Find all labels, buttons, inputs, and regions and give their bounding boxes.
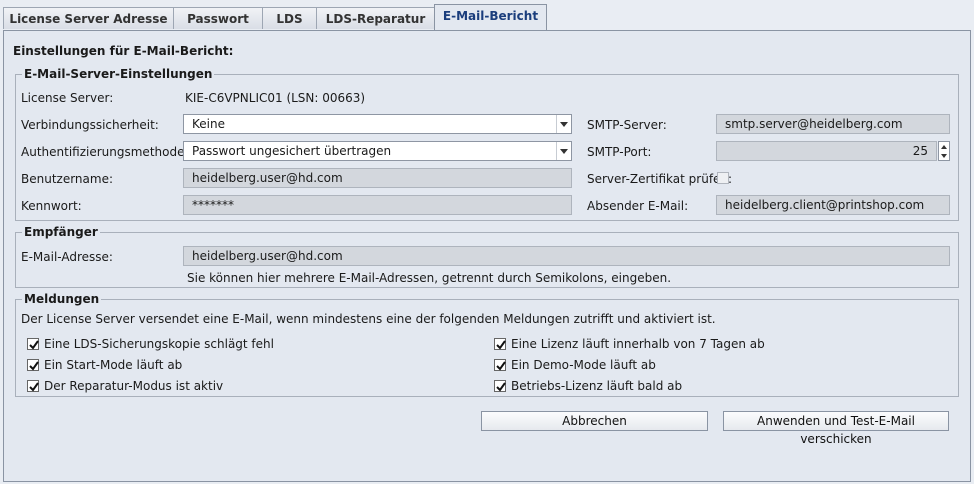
spinner-up-icon[interactable] <box>939 142 949 151</box>
recipient-email-label: E-Mail-Adresse: <box>21 250 113 264</box>
checkmark-icon <box>496 382 506 392</box>
security-value: Keine <box>192 117 225 131</box>
option-operating-license-label: Betriebs-Lizenz läuft bald ab <box>511 379 683 393</box>
smtp-server-input[interactable]: smtp.server@heidelberg.com <box>716 114 950 134</box>
auth-select[interactable]: Passwort ungesichert übertragen <box>183 141 572 161</box>
username-label: Benutzername: <box>21 172 114 186</box>
apply-test-email-button[interactable]: Anwenden und Test-E-Mail verschicken <box>723 411 949 446</box>
cancel-button[interactable]: Abbrechen <box>481 411 708 431</box>
server-settings-legend: E-Mail-Server-Einstellungen <box>22 67 215 81</box>
cert-checkbox[interactable] <box>717 172 729 184</box>
option-demo-mode-label: Ein Demo-Mode läuft ab <box>511 358 656 372</box>
option-license-expiry-label: Eine Lizenz läuft innerhalb von 7 Tagen … <box>511 337 765 351</box>
option-start-mode-checkbox[interactable] <box>27 359 39 371</box>
recipient-group: Empfänger E-Mail-Adresse: heidelberg.use… <box>15 225 959 288</box>
option-license-expiry-checkbox[interactable] <box>494 338 506 350</box>
server-settings-group: E-Mail-Server-Einstellungen License Serv… <box>15 67 959 221</box>
smtp-port-label: SMTP-Port: <box>587 145 652 159</box>
recipient-email-input[interactable]: heidelberg.user@hd.com <box>183 246 950 266</box>
smtp-port-spinner[interactable] <box>938 141 950 161</box>
sender-input[interactable]: heidelberg.client@printshop.com <box>716 195 950 215</box>
page-title: Einstellungen für E-Mail-Bericht: <box>13 44 234 58</box>
auth-value: Passwort ungesichert übertragen <box>192 144 392 158</box>
settings-panel: Einstellungen für E-Mail-Bericht: E-Mail… <box>3 30 971 482</box>
option-start-mode-label: Ein Start-Mode läuft ab <box>44 358 183 372</box>
cert-label: Server-Zertifikat prüfen: <box>587 172 733 186</box>
smtp-server-label: SMTP-Server: <box>587 118 667 132</box>
option-demo-mode-checkbox[interactable] <box>494 359 506 371</box>
tab-email-bericht[interactable]: E-Mail-Bericht <box>434 4 547 31</box>
messages-group: Meldungen Der License Server versendet e… <box>15 292 959 397</box>
license-server-label: License Server: <box>21 91 114 105</box>
option-backup-failed-label: Eine LDS-Sicherungskopie schlägt fehl <box>44 337 274 351</box>
tab-bar: License Server Adresse Passwort LDS LDS-… <box>0 0 974 31</box>
checkmark-icon <box>29 340 39 350</box>
option-repair-mode-checkbox[interactable] <box>27 380 39 392</box>
checkmark-icon <box>496 361 506 371</box>
auth-label: Authentifizierungsmethode: <box>21 145 189 159</box>
security-label: Verbindungssicherheit: <box>21 118 159 132</box>
sender-label: Absender E-Mail: <box>587 199 689 213</box>
security-select[interactable]: Keine <box>183 114 572 134</box>
tab-passwort[interactable]: Passwort <box>173 7 263 29</box>
messages-description: Der License Server versendet eine E-Mail… <box>21 312 716 326</box>
checkmark-icon <box>29 382 39 392</box>
checkmark-icon <box>496 340 506 350</box>
tab-lds[interactable]: LDS <box>262 7 317 29</box>
chevron-down-icon[interactable] <box>556 115 571 133</box>
recipient-hint: Sie können hier mehrere E-Mail-Adressen,… <box>187 271 672 285</box>
username-input[interactable]: heidelberg.user@hd.com <box>183 168 572 188</box>
recipient-legend: Empfänger <box>22 225 100 239</box>
spinner-down-icon[interactable] <box>939 151 949 160</box>
password-label: Kennwort: <box>21 199 82 213</box>
checkmark-icon <box>29 361 39 371</box>
option-operating-license-checkbox[interactable] <box>494 380 506 392</box>
tab-lds-reparatur[interactable]: LDS-Reparatur <box>316 7 435 29</box>
option-backup-failed-checkbox[interactable] <box>27 338 39 350</box>
smtp-port-input[interactable]: 25 <box>716 141 937 161</box>
option-repair-mode-label: Der Reparatur-Modus ist aktiv <box>44 379 224 393</box>
tab-license-server-adresse[interactable]: License Server Adresse <box>3 7 174 29</box>
chevron-down-icon[interactable] <box>556 142 571 160</box>
messages-legend: Meldungen <box>22 292 102 306</box>
password-input[interactable]: ******* <box>183 195 572 215</box>
license-server-value: KIE-C6VPNLIC01 (LSN: 00663) <box>185 91 366 105</box>
